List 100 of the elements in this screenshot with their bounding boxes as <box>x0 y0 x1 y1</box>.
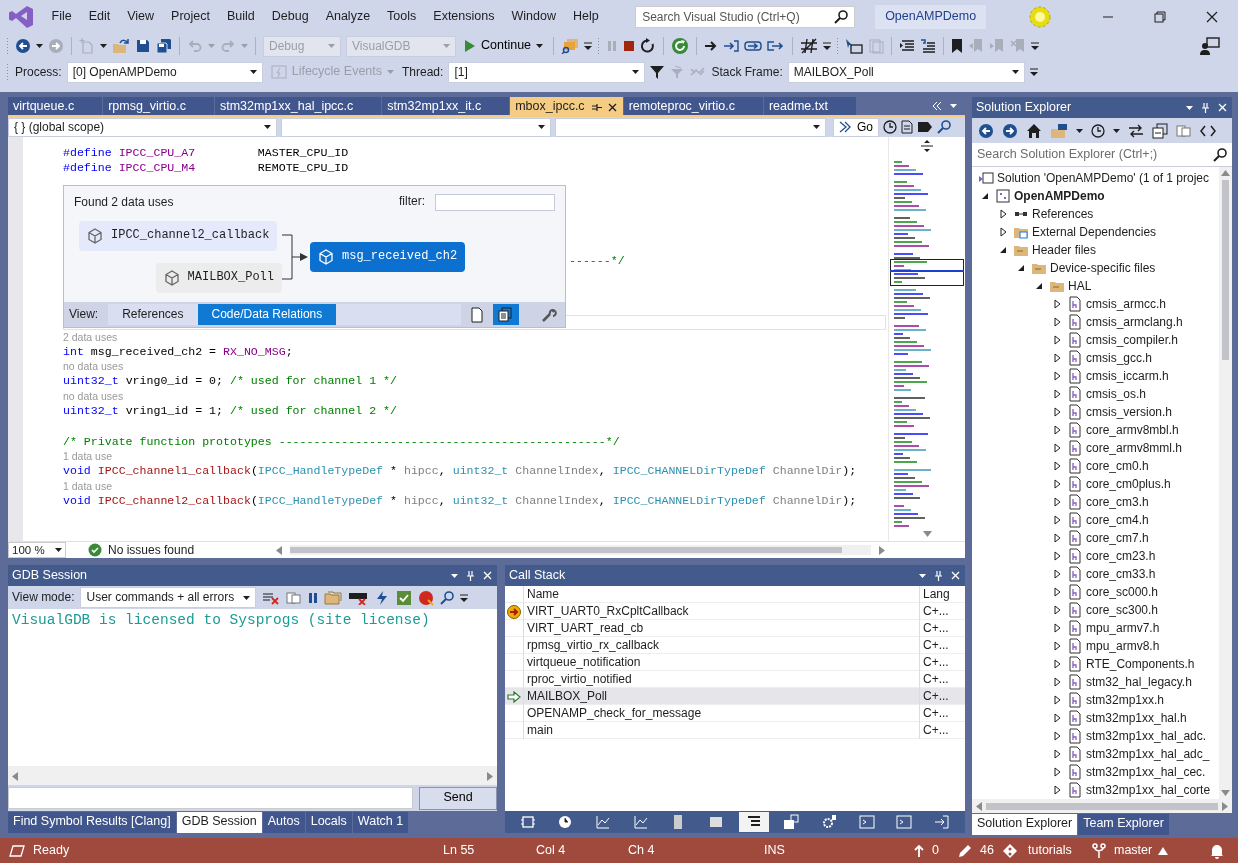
source-node[interactable]: IPCC_channel2_callback <box>79 220 278 251</box>
history-icon[interactable] <box>1091 123 1105 138</box>
command-field[interactable] <box>8 787 413 809</box>
collapsed-arrow-icon[interactable] <box>1053 335 1061 345</box>
tree-item-label[interactable]: core_sc000.h <box>1086 584 1159 600</box>
caret-icon[interactable] <box>813 125 820 129</box>
caret-icon[interactable] <box>1011 70 1019 74</box>
collapsed-arrow-icon[interactable] <box>999 227 1007 237</box>
scope-dropdown[interactable]: { } (global scope) <box>8 117 277 137</box>
caret-icon[interactable] <box>1186 105 1193 110</box>
stack-frame-row[interactable]: virtqueue_notification C+... <box>505 654 965 671</box>
continue-button[interactable]: Continue <box>461 38 547 54</box>
window-icon[interactable] <box>708 814 725 830</box>
scroll-down-icon[interactable] <box>922 531 932 537</box>
scroll-left-icon[interactable] <box>276 545 282 555</box>
tree-item-label[interactable]: cmsis_compiler.h <box>1086 332 1179 348</box>
caret-icon[interactable] <box>249 70 257 74</box>
console-icon[interactable] <box>858 814 875 830</box>
notes-icon[interactable] <box>901 120 913 134</box>
tag-icon[interactable] <box>917 121 933 133</box>
step-over-icon[interactable] <box>744 39 763 53</box>
tree-item-label[interactable]: cmsis_armcc.h <box>1086 296 1166 312</box>
tree-item-label[interactable]: core_cm23.h <box>1086 548 1156 564</box>
caret-icon[interactable] <box>536 44 544 48</box>
caret-icon[interactable] <box>36 44 43 48</box>
overflow-icon[interactable] <box>460 592 469 603</box>
tree-item-label[interactable]: mpu_armv7.h <box>1086 620 1160 636</box>
restart-icon[interactable] <box>640 38 657 54</box>
go-button[interactable]: Go <box>833 117 879 137</box>
feedback-icon[interactable] <box>1200 37 1220 55</box>
collapsed-arrow-icon[interactable] <box>1053 587 1061 597</box>
editor-tab[interactable]: stm32mp1xx_it.c <box>382 97 510 115</box>
caret-icon[interactable] <box>538 125 545 129</box>
close-icon[interactable] <box>607 102 617 112</box>
tree-item-label[interactable]: core_cm3.h <box>1086 494 1149 510</box>
record-icon[interactable] <box>418 589 435 606</box>
indent-icon[interactable] <box>899 39 916 53</box>
pencil-icon[interactable] <box>958 843 972 858</box>
collapsed-arrow-icon[interactable] <box>1053 551 1061 561</box>
save-icon[interactable] <box>135 38 151 54</box>
tree-item-label[interactable]: Solution 'OpenAMPDemo' (1 of 1 projec <box>997 170 1210 186</box>
pin-icon[interactable] <box>590 102 602 112</box>
tree-item-label[interactable]: core_armv8mbl.h <box>1086 422 1179 438</box>
back-icon[interactable] <box>15 38 31 54</box>
stop-icon[interactable] <box>623 40 636 52</box>
caret-icon[interactable] <box>1113 128 1120 133</box>
stack-frame-row[interactable]: main C+... <box>505 722 965 739</box>
menu-item[interactable]: File <box>43 9 81 25</box>
tree-item-label[interactable]: stm32mp1xx.h <box>1086 692 1165 708</box>
exit-icon[interactable] <box>934 814 951 830</box>
expanded-arrow-icon[interactable] <box>1017 264 1025 272</box>
tree-item-label[interactable]: OpenAMPDemo <box>1014 188 1105 204</box>
search-field[interactable]: Search Visual Studio (Ctrl+Q) <box>635 6 856 28</box>
menu-item[interactable]: Debug <box>263 9 318 25</box>
editor-tab[interactable]: mbox_ipcc.c <box>510 97 623 115</box>
disassembly-icon[interactable] <box>348 590 369 605</box>
collapsed-arrow-icon[interactable] <box>1053 479 1061 489</box>
branch-icon[interactable] <box>1092 842 1106 859</box>
stack-frame-row[interactable]: VIRT_UART0_RxCpltCallback C+... <box>505 603 965 620</box>
pause-icon[interactable] <box>308 591 319 604</box>
collapsed-arrow-icon[interactable] <box>1053 731 1061 741</box>
up-arrow-icon[interactable] <box>914 844 924 857</box>
collapsed-arrow-icon[interactable] <box>1053 767 1061 777</box>
console-icon[interactable] <box>896 814 913 830</box>
tab-scroll-icon[interactable] <box>932 102 942 110</box>
tree-item-label[interactable]: core_sc300.h <box>1086 602 1159 618</box>
tree-item-label[interactable]: References <box>1032 206 1094 222</box>
caret-icon[interactable] <box>243 595 251 600</box>
scrollbar-thumb[interactable] <box>1222 180 1229 360</box>
column-header[interactable]: Name <box>523 586 919 603</box>
menu-item[interactable]: Build <box>218 9 264 25</box>
collapsed-arrow-icon[interactable] <box>1053 677 1061 687</box>
overflow-icon[interactable] <box>1029 67 1038 77</box>
target-node[interactable]: msg_received_ch2 <box>310 241 466 272</box>
tree-item-label[interactable]: RTE_Components.h <box>1086 656 1195 672</box>
panel-tab[interactable]: Find Symbol Results [Clang] <box>8 812 176 833</box>
clear-icon[interactable] <box>262 590 281 605</box>
stack-frame-row[interactable]: OPENAMP_check_for_message C+... <box>505 705 965 722</box>
caret-icon[interactable] <box>100 44 107 48</box>
save-all-icon[interactable] <box>156 38 172 54</box>
collapsed-arrow-icon[interactable] <box>1053 569 1061 579</box>
collapsed-arrow-icon[interactable] <box>1053 371 1061 381</box>
scroll-right-icon[interactable] <box>487 771 493 781</box>
collapsed-arrow-icon[interactable] <box>1053 317 1061 327</box>
collapsed-arrow-icon[interactable] <box>1053 749 1061 759</box>
back-icon[interactable] <box>978 122 994 139</box>
repository-name[interactable]: tutorials <box>1028 842 1092 859</box>
view-tab[interactable]: Code/Data Relations <box>197 304 337 325</box>
panel-tab[interactable]: Solution Explorer <box>972 814 1078 835</box>
tree-item-label[interactable]: stm32mp1xx_hal_cec. <box>1086 764 1206 780</box>
collapsed-arrow-icon[interactable] <box>1053 443 1061 453</box>
collapsed-arrow-icon[interactable] <box>1053 641 1061 651</box>
collapsed-arrow-icon[interactable] <box>1053 389 1061 399</box>
tree-item-label[interactable]: stm32_hal_legacy.h <box>1086 674 1192 690</box>
filter-icon[interactable] <box>650 65 665 79</box>
expanded-arrow-icon[interactable] <box>1035 282 1043 290</box>
tree-item-label[interactable]: stm32mp1xx_hal_adc. <box>1086 728 1207 744</box>
overflow-icon[interactable] <box>823 41 832 51</box>
horizontal-scrollbar[interactable] <box>290 545 871 555</box>
tree-item-label[interactable]: cmsis_armclang.h <box>1086 314 1183 330</box>
